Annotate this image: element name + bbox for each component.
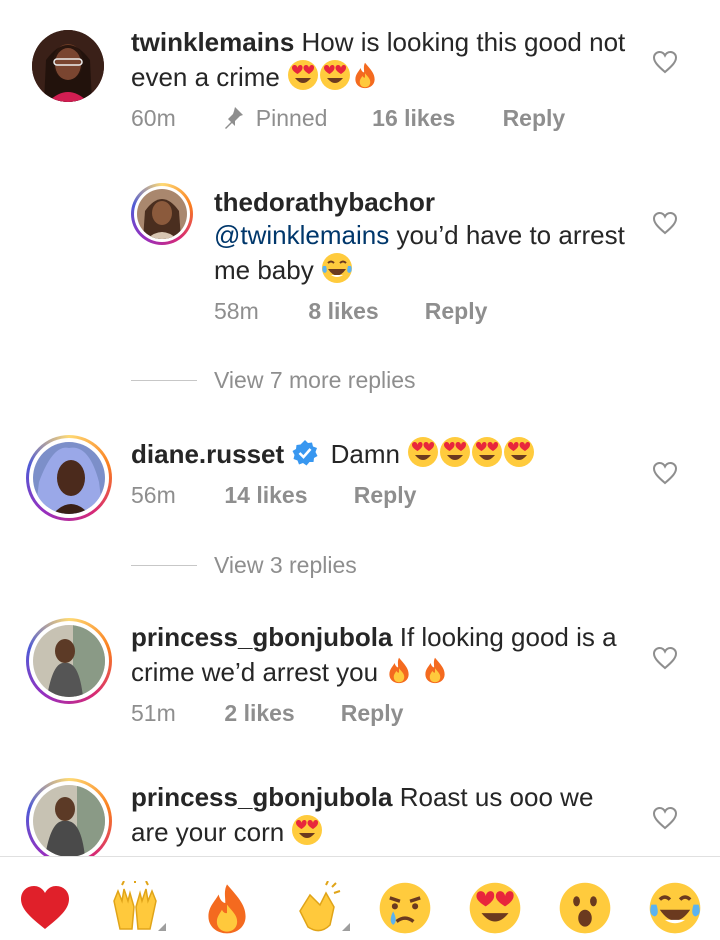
verified-badge-icon — [292, 440, 318, 466]
heart-eyes-emoji-icon — [504, 437, 535, 467]
comment-username[interactable]: twinklemains — [131, 27, 294, 57]
divider-line — [131, 565, 197, 566]
comment-time: 58m — [214, 298, 259, 324]
comment-meta: 56m 14 likes Reply — [131, 482, 416, 509]
like-heart-icon[interactable] — [652, 211, 678, 235]
avatar[interactable] — [26, 435, 112, 521]
avatar-inner — [134, 186, 190, 242]
avatar[interactable] — [26, 778, 112, 864]
heart-eyes-emoji-icon — [440, 437, 471, 467]
comment-time: 60m — [131, 105, 176, 131]
reply-button[interactable]: Reply — [354, 482, 417, 509]
red-heart-icon[interactable] — [18, 881, 72, 935]
more-variants-indicator — [158, 923, 166, 931]
comment-meta: 51m 2 likes Reply — [131, 700, 403, 727]
heart-eyes-icon[interactable] — [468, 881, 522, 935]
comment-text: princess_gbonjubola Roast us ooo we are … — [131, 781, 631, 849]
comment-body: Damn — [330, 439, 400, 469]
comment-meta: 58m 8 likes Reply — [214, 298, 487, 325]
avatar[interactable] — [32, 30, 104, 102]
likes-count[interactable]: 2 likes — [224, 700, 334, 727]
likes-count[interactable]: 16 likes — [372, 105, 496, 132]
fire-emoji-icon — [355, 62, 375, 89]
fire-emoji-icon — [424, 657, 445, 684]
comment-username[interactable]: thedorathybachor — [214, 186, 634, 219]
avatar-inner — [29, 781, 109, 861]
avatar-photo-icon — [137, 189, 187, 239]
surprised-face-icon[interactable] — [558, 881, 612, 935]
mention-link[interactable]: @twinklemains — [214, 220, 389, 250]
comment-username[interactable]: princess_gbonjubola — [131, 782, 393, 812]
fire-emoji-icon — [389, 657, 409, 684]
avatar-photo-icon — [33, 785, 105, 857]
avatar-inner — [29, 438, 109, 518]
comment-time: 56m — [131, 482, 176, 508]
like-heart-icon[interactable] — [652, 806, 678, 830]
like-heart-icon[interactable] — [652, 50, 678, 74]
pinned-label: Pinned — [255, 105, 328, 131]
clapping-hands-icon[interactable] — [290, 881, 344, 935]
comment-username[interactable]: diane.russet — [131, 439, 284, 469]
avatar-photo-icon — [32, 30, 104, 102]
avatar-photo-icon — [33, 442, 105, 514]
comment-username[interactable]: princess_gbonjubola — [131, 622, 393, 652]
more-variants-indicator — [342, 923, 350, 931]
heart-eyes-emoji-icon — [288, 60, 319, 90]
reply-button[interactable]: Reply — [425, 298, 488, 325]
emoji-reaction-bar — [0, 856, 720, 940]
divider-line — [131, 380, 197, 381]
pin-icon — [225, 107, 244, 129]
like-heart-icon[interactable] — [652, 461, 678, 485]
avatar[interactable] — [26, 618, 112, 704]
tears-of-joy-emoji-icon — [320, 252, 353, 284]
reply-button[interactable]: Reply — [341, 700, 404, 727]
tears-of-joy-icon[interactable] — [648, 881, 702, 935]
comment-text: princess_gbonjubola If looking good is a… — [131, 621, 631, 689]
likes-count[interactable]: 8 likes — [308, 298, 418, 325]
comment-time: 51m — [131, 700, 176, 726]
avatar-inner — [29, 621, 109, 701]
avatar-photo-icon — [33, 625, 105, 697]
avatar[interactable] — [131, 183, 193, 245]
heart-eyes-emoji-icon — [292, 815, 323, 845]
heart-eyes-emoji-icon — [472, 437, 503, 467]
reply-button[interactable]: Reply — [503, 105, 566, 132]
comment-meta: 60m Pinned 16 likes Reply — [131, 105, 565, 132]
heart-eyes-emoji-icon — [320, 60, 351, 90]
fire-icon[interactable] — [200, 881, 254, 935]
comment-text: diane.russet Damn — [131, 436, 651, 471]
view-replies-button[interactable]: View 7 more replies — [214, 367, 416, 394]
avatar-photo — [33, 442, 105, 514]
avatar-photo — [33, 625, 105, 697]
raising-hands-icon[interactable] — [108, 881, 162, 935]
avatar-photo — [137, 189, 187, 239]
view-replies-button[interactable]: View 3 replies — [214, 552, 357, 579]
heart-eyes-emoji-icon — [408, 437, 439, 467]
comment-text: twinklemains How is looking this good no… — [131, 26, 631, 94]
comment-text: thedorathybachor @twinklemains you’d hav… — [214, 186, 634, 287]
like-heart-icon[interactable] — [652, 646, 678, 670]
sad-tear-icon[interactable] — [378, 881, 432, 935]
avatar-photo — [33, 785, 105, 857]
likes-count[interactable]: 14 likes — [224, 482, 347, 509]
